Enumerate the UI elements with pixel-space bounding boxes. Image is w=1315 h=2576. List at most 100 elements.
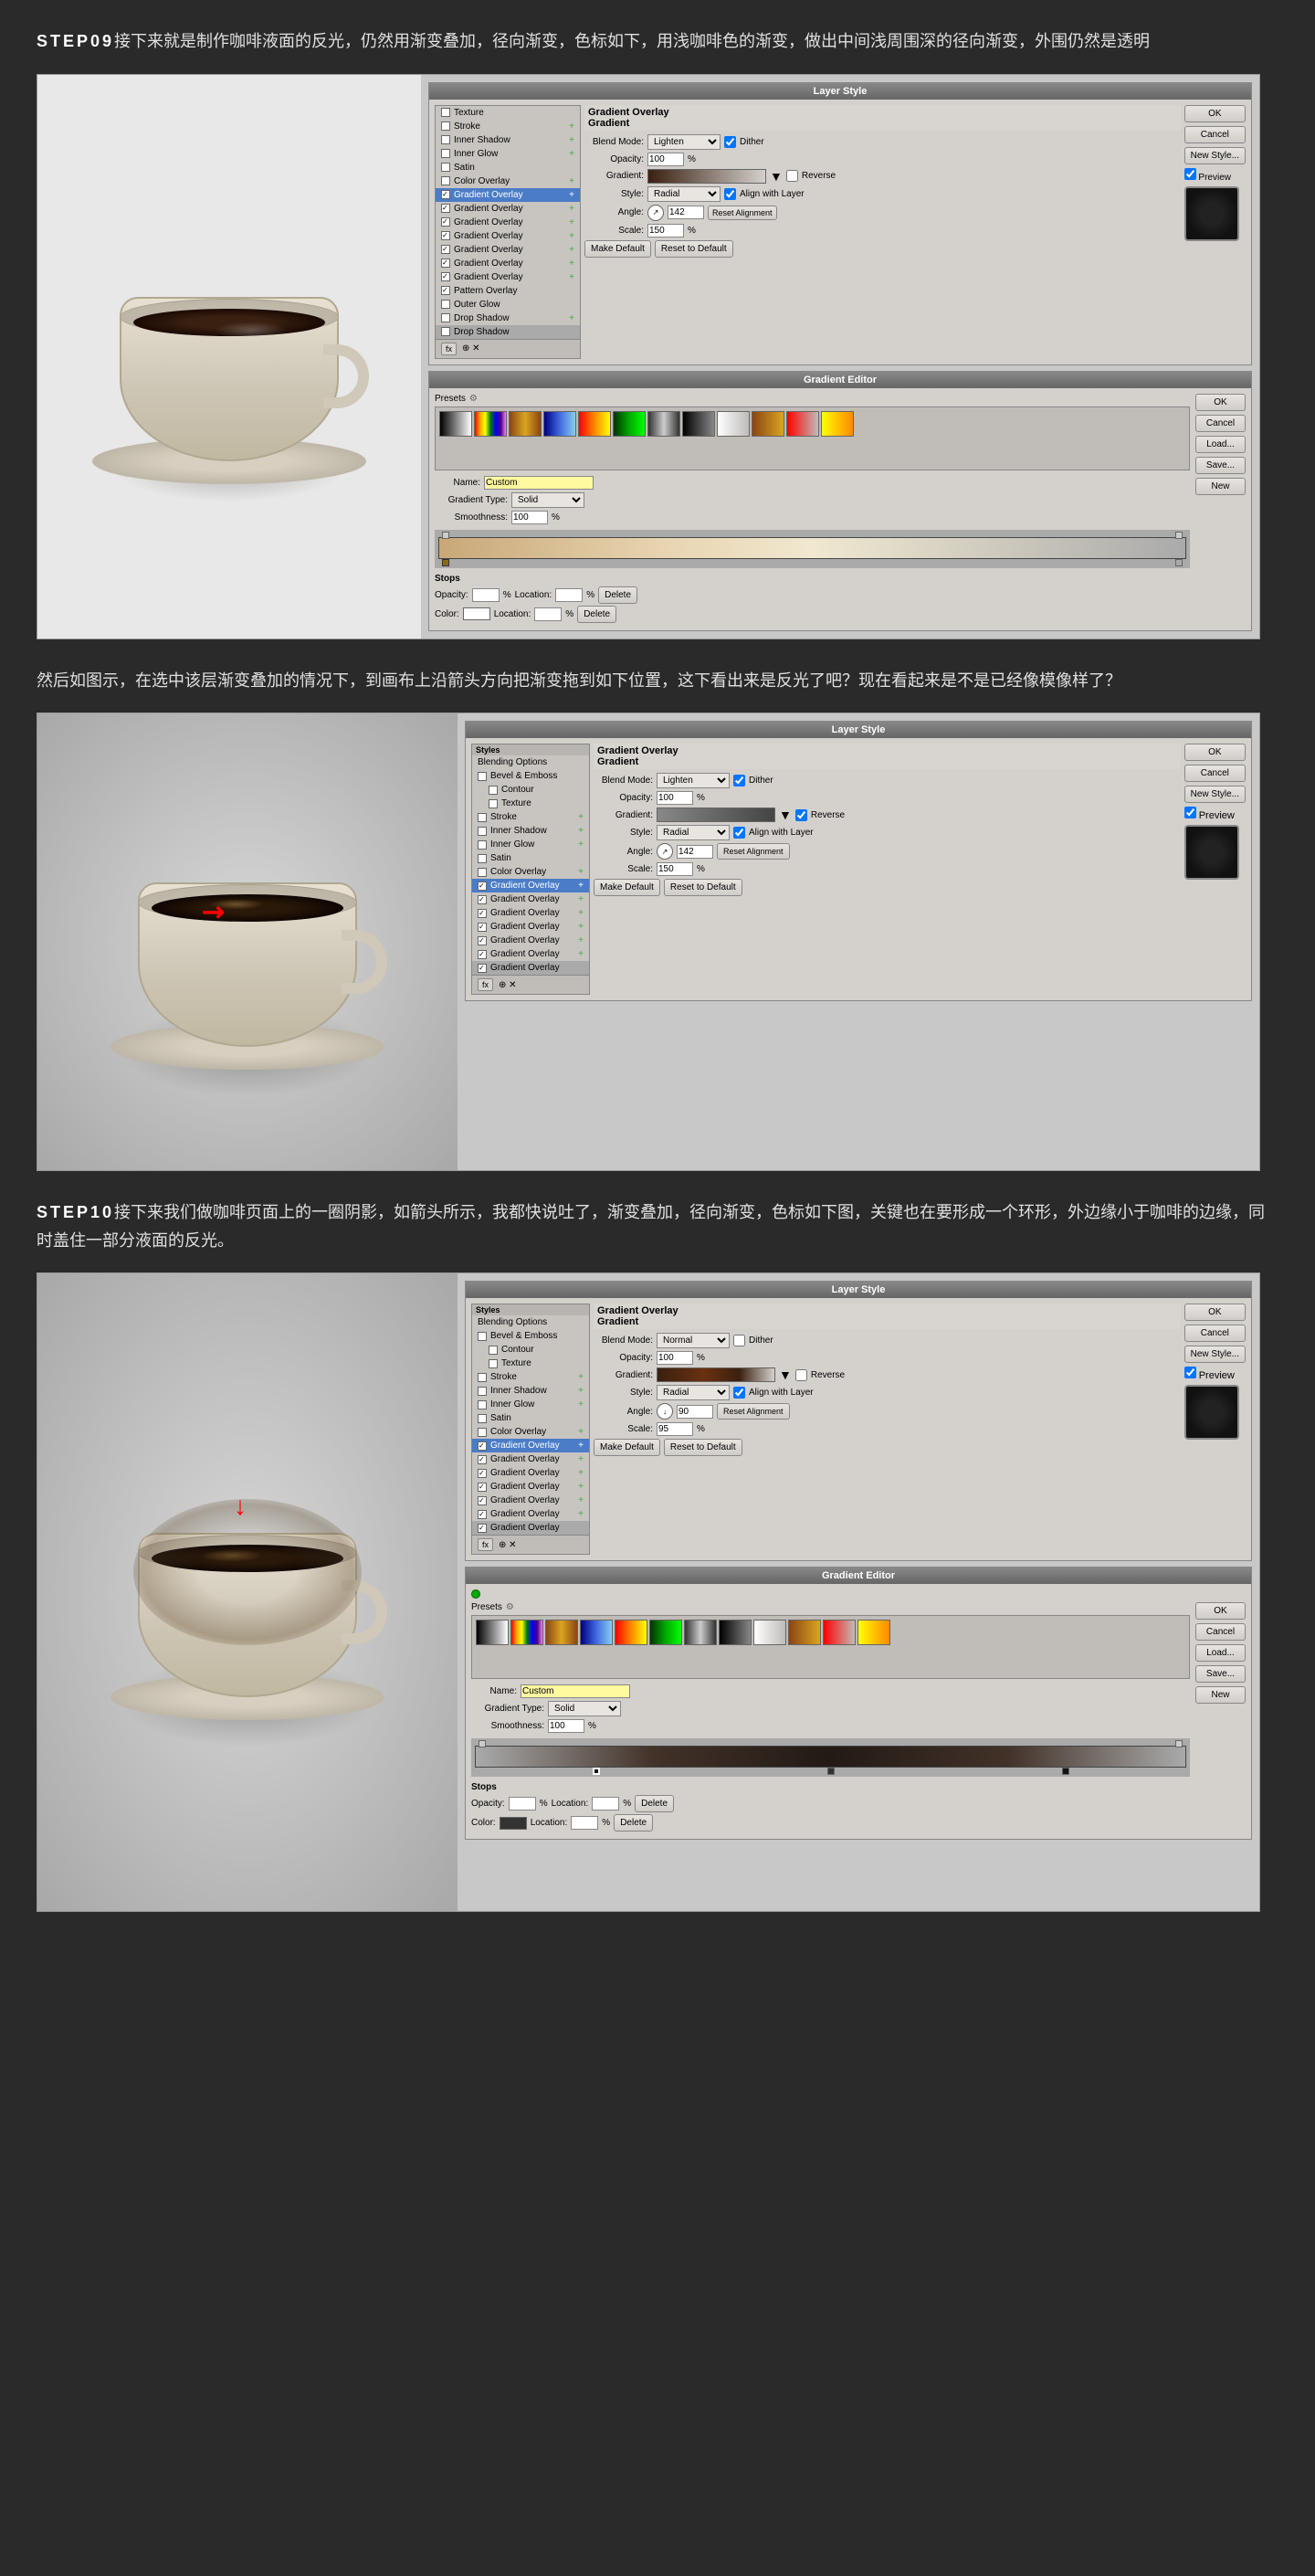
preview-cb-3[interactable] (1184, 1367, 1196, 1378)
cb[interactable] (478, 882, 487, 891)
dither-cb-3[interactable] (733, 1335, 745, 1346)
cb[interactable] (478, 1496, 487, 1505)
go4-2[interactable]: Gradient Overlay + (472, 920, 589, 934)
layer-item-satin[interactable]: Satin (436, 161, 580, 174)
checkbox[interactable] (441, 204, 450, 213)
style-sel-3[interactable]: Radial (657, 1385, 730, 1400)
cb[interactable] (478, 1483, 487, 1492)
preset-green-2[interactable] (649, 1620, 682, 1645)
layer-item-gradient-overlay-active[interactable]: Gradient Overlay + (436, 188, 580, 202)
angle-dial-2[interactable]: ↗ (657, 843, 673, 860)
cb[interactable] (478, 923, 487, 932)
checkbox[interactable] (441, 286, 450, 295)
checkbox[interactable] (441, 300, 450, 309)
angle-input[interactable] (668, 206, 704, 219)
reset-alignment-btn[interactable]: Reset Alignment (708, 206, 777, 220)
contour-3[interactable]: Contour (472, 1343, 589, 1357)
scale-inp-3[interactable] (657, 1422, 693, 1436)
preset-red-2[interactable] (615, 1620, 647, 1645)
layer-item-go7[interactable]: Gradient Overlay + (436, 270, 580, 284)
ge-load-2[interactable]: Load... (1195, 1644, 1246, 1662)
layer-item-go6[interactable]: Gradient Overlay + (436, 257, 580, 270)
opacity-stop-inp-2[interactable] (509, 1797, 536, 1811)
go6-3[interactable]: Gradient Overlay + (472, 1507, 589, 1521)
preset-gray-2[interactable] (684, 1620, 717, 1645)
layer-item-pattern[interactable]: Pattern Overlay (436, 284, 580, 298)
preset-dark-2[interactable] (719, 1620, 752, 1645)
satin-3[interactable]: Satin (472, 1411, 589, 1425)
smooth-inp-2[interactable] (548, 1719, 584, 1733)
cb[interactable] (478, 1510, 487, 1519)
bevel-3[interactable]: Bevel & Emboss (472, 1329, 589, 1343)
scale-input[interactable] (647, 224, 684, 238)
checkbox[interactable] (441, 121, 450, 131)
gradient-bar-main-2[interactable] (475, 1746, 1186, 1768)
cb[interactable] (478, 1373, 487, 1382)
cancel-button-1[interactable]: Cancel (1184, 126, 1246, 143)
gradient-bar-main-1[interactable] (438, 537, 1186, 559)
cb[interactable] (478, 1441, 487, 1451)
layer-item-color-overlay[interactable]: Color Overlay + (436, 174, 580, 188)
angle-dial[interactable]: ↗ (647, 205, 664, 221)
go5-3[interactable]: Gradient Overlay + (472, 1494, 589, 1507)
color-swatch-2[interactable] (500, 1817, 527, 1830)
gradient-bar-2[interactable] (657, 808, 775, 822)
grad-dropdown-3[interactable]: ▼ (779, 1367, 792, 1382)
cb[interactable] (478, 1524, 487, 1533)
layer-item-inner-shadow[interactable]: Inner Shadow + (436, 133, 580, 147)
go7-2[interactable]: Gradient Overlay (472, 961, 589, 975)
location-input-1[interactable] (555, 588, 583, 602)
dither-cb-2[interactable] (733, 775, 745, 787)
gradient-bar-3[interactable] (657, 1367, 775, 1382)
ok-button-1[interactable]: OK (1184, 105, 1246, 122)
gear-icon[interactable]: ⚙ (469, 394, 478, 404)
ge-cancel-2[interactable]: Cancel (1195, 1623, 1246, 1641)
top-stop-2a[interactable] (479, 1740, 486, 1747)
loc-inp-2b[interactable] (571, 1816, 598, 1830)
bevel-emboss-item[interactable]: Bevel & Emboss (472, 769, 589, 783)
go-active-3[interactable]: Gradient Overlay + (472, 1439, 589, 1452)
cb[interactable] (478, 827, 487, 836)
preset-copper[interactable] (752, 411, 784, 437)
blend-mode-select[interactable]: Lighten (647, 134, 721, 150)
cancel-btn-2[interactable]: Cancel (1184, 765, 1246, 782)
stroke-3[interactable]: Stroke + (472, 1370, 589, 1384)
blending-3[interactable]: Blending Options (472, 1315, 589, 1329)
cb[interactable] (478, 964, 487, 973)
ge-ok-1[interactable]: OK (1195, 394, 1246, 411)
blend-sel-3[interactable]: Normal (657, 1333, 730, 1348)
preset-gray[interactable] (647, 411, 680, 437)
del-2a[interactable]: Delete (635, 1795, 674, 1812)
angle-inp-3[interactable] (677, 1405, 713, 1419)
reset-def-2[interactable]: Reset to Default (664, 879, 742, 896)
cb[interactable] (478, 1332, 487, 1341)
cb[interactable] (489, 799, 498, 808)
inner-shadow-item[interactable]: Inner Shadow + (472, 824, 589, 838)
inner-glow-3[interactable]: Inner Glow + (472, 1398, 589, 1411)
preset-bw-2[interactable] (476, 1620, 509, 1645)
checkbox[interactable] (441, 135, 450, 144)
cb[interactable] (489, 1359, 498, 1368)
location-input-2[interactable] (534, 607, 562, 621)
align-checkbox[interactable] (724, 188, 736, 200)
preset-red-trans[interactable] (786, 411, 819, 437)
texture-3[interactable]: Texture (472, 1357, 589, 1370)
texture-item[interactable]: Texture (472, 797, 589, 810)
dither-checkbox[interactable] (724, 136, 736, 148)
reset-default-btn[interactable]: Reset to Default (655, 240, 733, 258)
layer-item-go4[interactable]: Gradient Overlay + (436, 229, 580, 243)
preset-yellow[interactable] (821, 411, 854, 437)
cb[interactable] (478, 895, 487, 904)
layer-item-stroke[interactable]: Stroke + (436, 120, 580, 133)
top-stop-2b[interactable] (1175, 1740, 1183, 1747)
ge-cancel-1[interactable]: Cancel (1195, 415, 1246, 432)
cb[interactable] (478, 950, 487, 959)
delete-btn-1[interactable]: Delete (598, 586, 637, 604)
go4-3[interactable]: Gradient Overlay + (472, 1480, 589, 1494)
layer-item-drop-shadow2[interactable]: Drop Shadow (436, 325, 580, 339)
go2-3[interactable]: Gradient Overlay + (472, 1452, 589, 1466)
make-def-3[interactable]: Make Default (594, 1439, 660, 1456)
ok-btn-2[interactable]: OK (1184, 744, 1246, 761)
bottom-stop-1[interactable] (442, 559, 449, 566)
cb[interactable] (478, 1428, 487, 1437)
